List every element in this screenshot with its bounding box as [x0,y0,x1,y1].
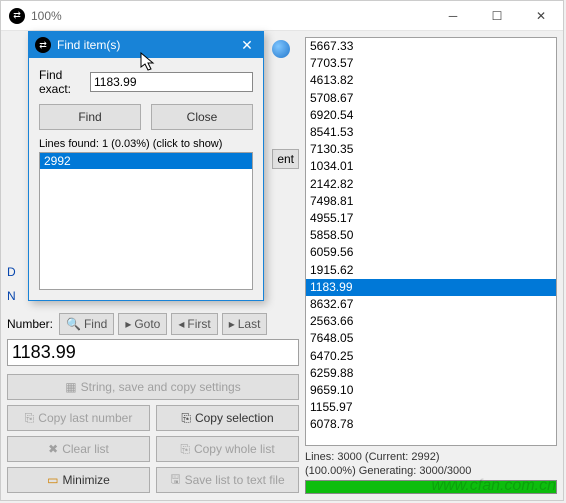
dialog-icon: ⇄ [35,37,51,53]
last-icon: ▸ [229,317,235,331]
copy-selection-button[interactable]: ⎘Copy selection [156,405,299,431]
minimize-icon: ▭ [47,473,58,487]
progress-bar [305,480,557,494]
d-label: D [7,265,16,279]
list-row[interactable]: 7648.05 [306,330,556,347]
dialog-close-button[interactable]: ✕ [237,37,257,54]
number-input[interactable] [7,339,299,366]
dialog-close-btn[interactable]: Close [151,104,253,130]
settings-icon: ▦ [65,380,76,394]
save-icon: 🖫 [170,470,180,491]
copy-icon: ⎘ [180,442,190,457]
list-row[interactable]: 7703.57 [306,55,556,72]
maximize-button[interactable]: ☐ [475,1,519,31]
dialog-titlebar[interactable]: ⇄ Find item(s) ✕ [29,32,263,58]
minimize-button[interactable]: ─ [431,1,475,31]
search-icon: 🔍 [66,317,81,331]
list-row[interactable]: 8541.53 [306,124,556,141]
list-row[interactable]: 7498.81 [306,193,556,210]
result-item[interactable]: 2992 [40,153,252,169]
list-row[interactable]: 2142.82 [306,176,556,193]
first-button[interactable]: ◂First [171,313,217,335]
close-button[interactable]: ✕ [519,1,563,31]
n-label: N [7,289,16,303]
goto-button[interactable]: ▸Goto [118,313,167,335]
dialog-find-button[interactable]: Find [39,104,141,130]
goto-icon: ▸ [125,317,131,331]
results-list[interactable]: 2992 [39,152,253,290]
save-list-button[interactable]: 🖫Save list to text file [156,467,299,493]
list-row[interactable]: 5667.33 [306,38,556,55]
list-row[interactable]: 6920.54 [306,107,556,124]
find-exact-label: Find exact: [39,68,86,96]
list-row[interactable]: 4955.17 [306,210,556,227]
list-row[interactable]: 5858.50 [306,227,556,244]
copy-last-button[interactable]: ⎘Copy last number [7,405,150,431]
find-exact-input[interactable] [90,72,253,92]
copy-whole-button[interactable]: ⎘Copy whole list [156,436,299,462]
list-row[interactable]: 8632.67 [306,296,556,313]
hidden-button-fragment[interactable]: ent [272,149,299,169]
status-lines: Lines: 3000 (Current: 2992) [305,450,557,464]
list-row[interactable]: 6470.25 [306,348,556,365]
minimize-app-button[interactable]: ▭Minimize [7,467,150,493]
list-row[interactable]: 6259.88 [306,365,556,382]
list-row[interactable]: 9659.10 [306,382,556,399]
copy-icon: ⎘ [181,411,191,426]
clear-list-button[interactable]: ✖Clear list [7,436,150,462]
list-row[interactable]: 6059.56 [306,244,556,261]
delete-icon: ✖ [48,442,58,456]
window-title: 100% [31,9,431,23]
list-row[interactable]: 2563.66 [306,313,556,330]
status-generating: (100.00%) Generating: 3000/3000 [305,464,557,478]
number-label: Number: [7,317,53,331]
find-dialog: ⇄ Find item(s) ✕ Find exact: Find Close … [28,31,264,301]
string-save-copy-button[interactable]: ▦String, save and copy settings [7,374,299,400]
last-button[interactable]: ▸Last [222,313,268,335]
app-icon: ⇄ [9,8,25,24]
dialog-title: Find item(s) [57,38,237,52]
number-list[interactable]: 5667.337703.574613.825708.676920.548541.… [305,37,557,446]
right-panel: 5667.337703.574613.825708.676920.548541.… [305,37,557,494]
list-row[interactable]: 5708.67 [306,90,556,107]
list-row[interactable]: 1183.99 [306,279,556,296]
find-button[interactable]: 🔍Find [59,313,114,335]
lines-found-text[interactable]: Lines found: 1 (0.03%) (click to show) [39,138,253,150]
list-row[interactable]: 7130.35 [306,141,556,158]
list-row[interactable]: 6078.78 [306,416,556,433]
list-row[interactable]: 1155.97 [306,399,556,416]
first-icon: ◂ [178,317,184,331]
list-row[interactable]: 1034.01 [306,158,556,175]
list-row[interactable]: 4613.82 [306,72,556,89]
copy-icon: ⎘ [25,411,35,426]
titlebar[interactable]: ⇄ 100% ─ ☐ ✕ [1,1,563,31]
globe-icon[interactable] [272,40,290,58]
list-row[interactable]: 1915.62 [306,262,556,279]
